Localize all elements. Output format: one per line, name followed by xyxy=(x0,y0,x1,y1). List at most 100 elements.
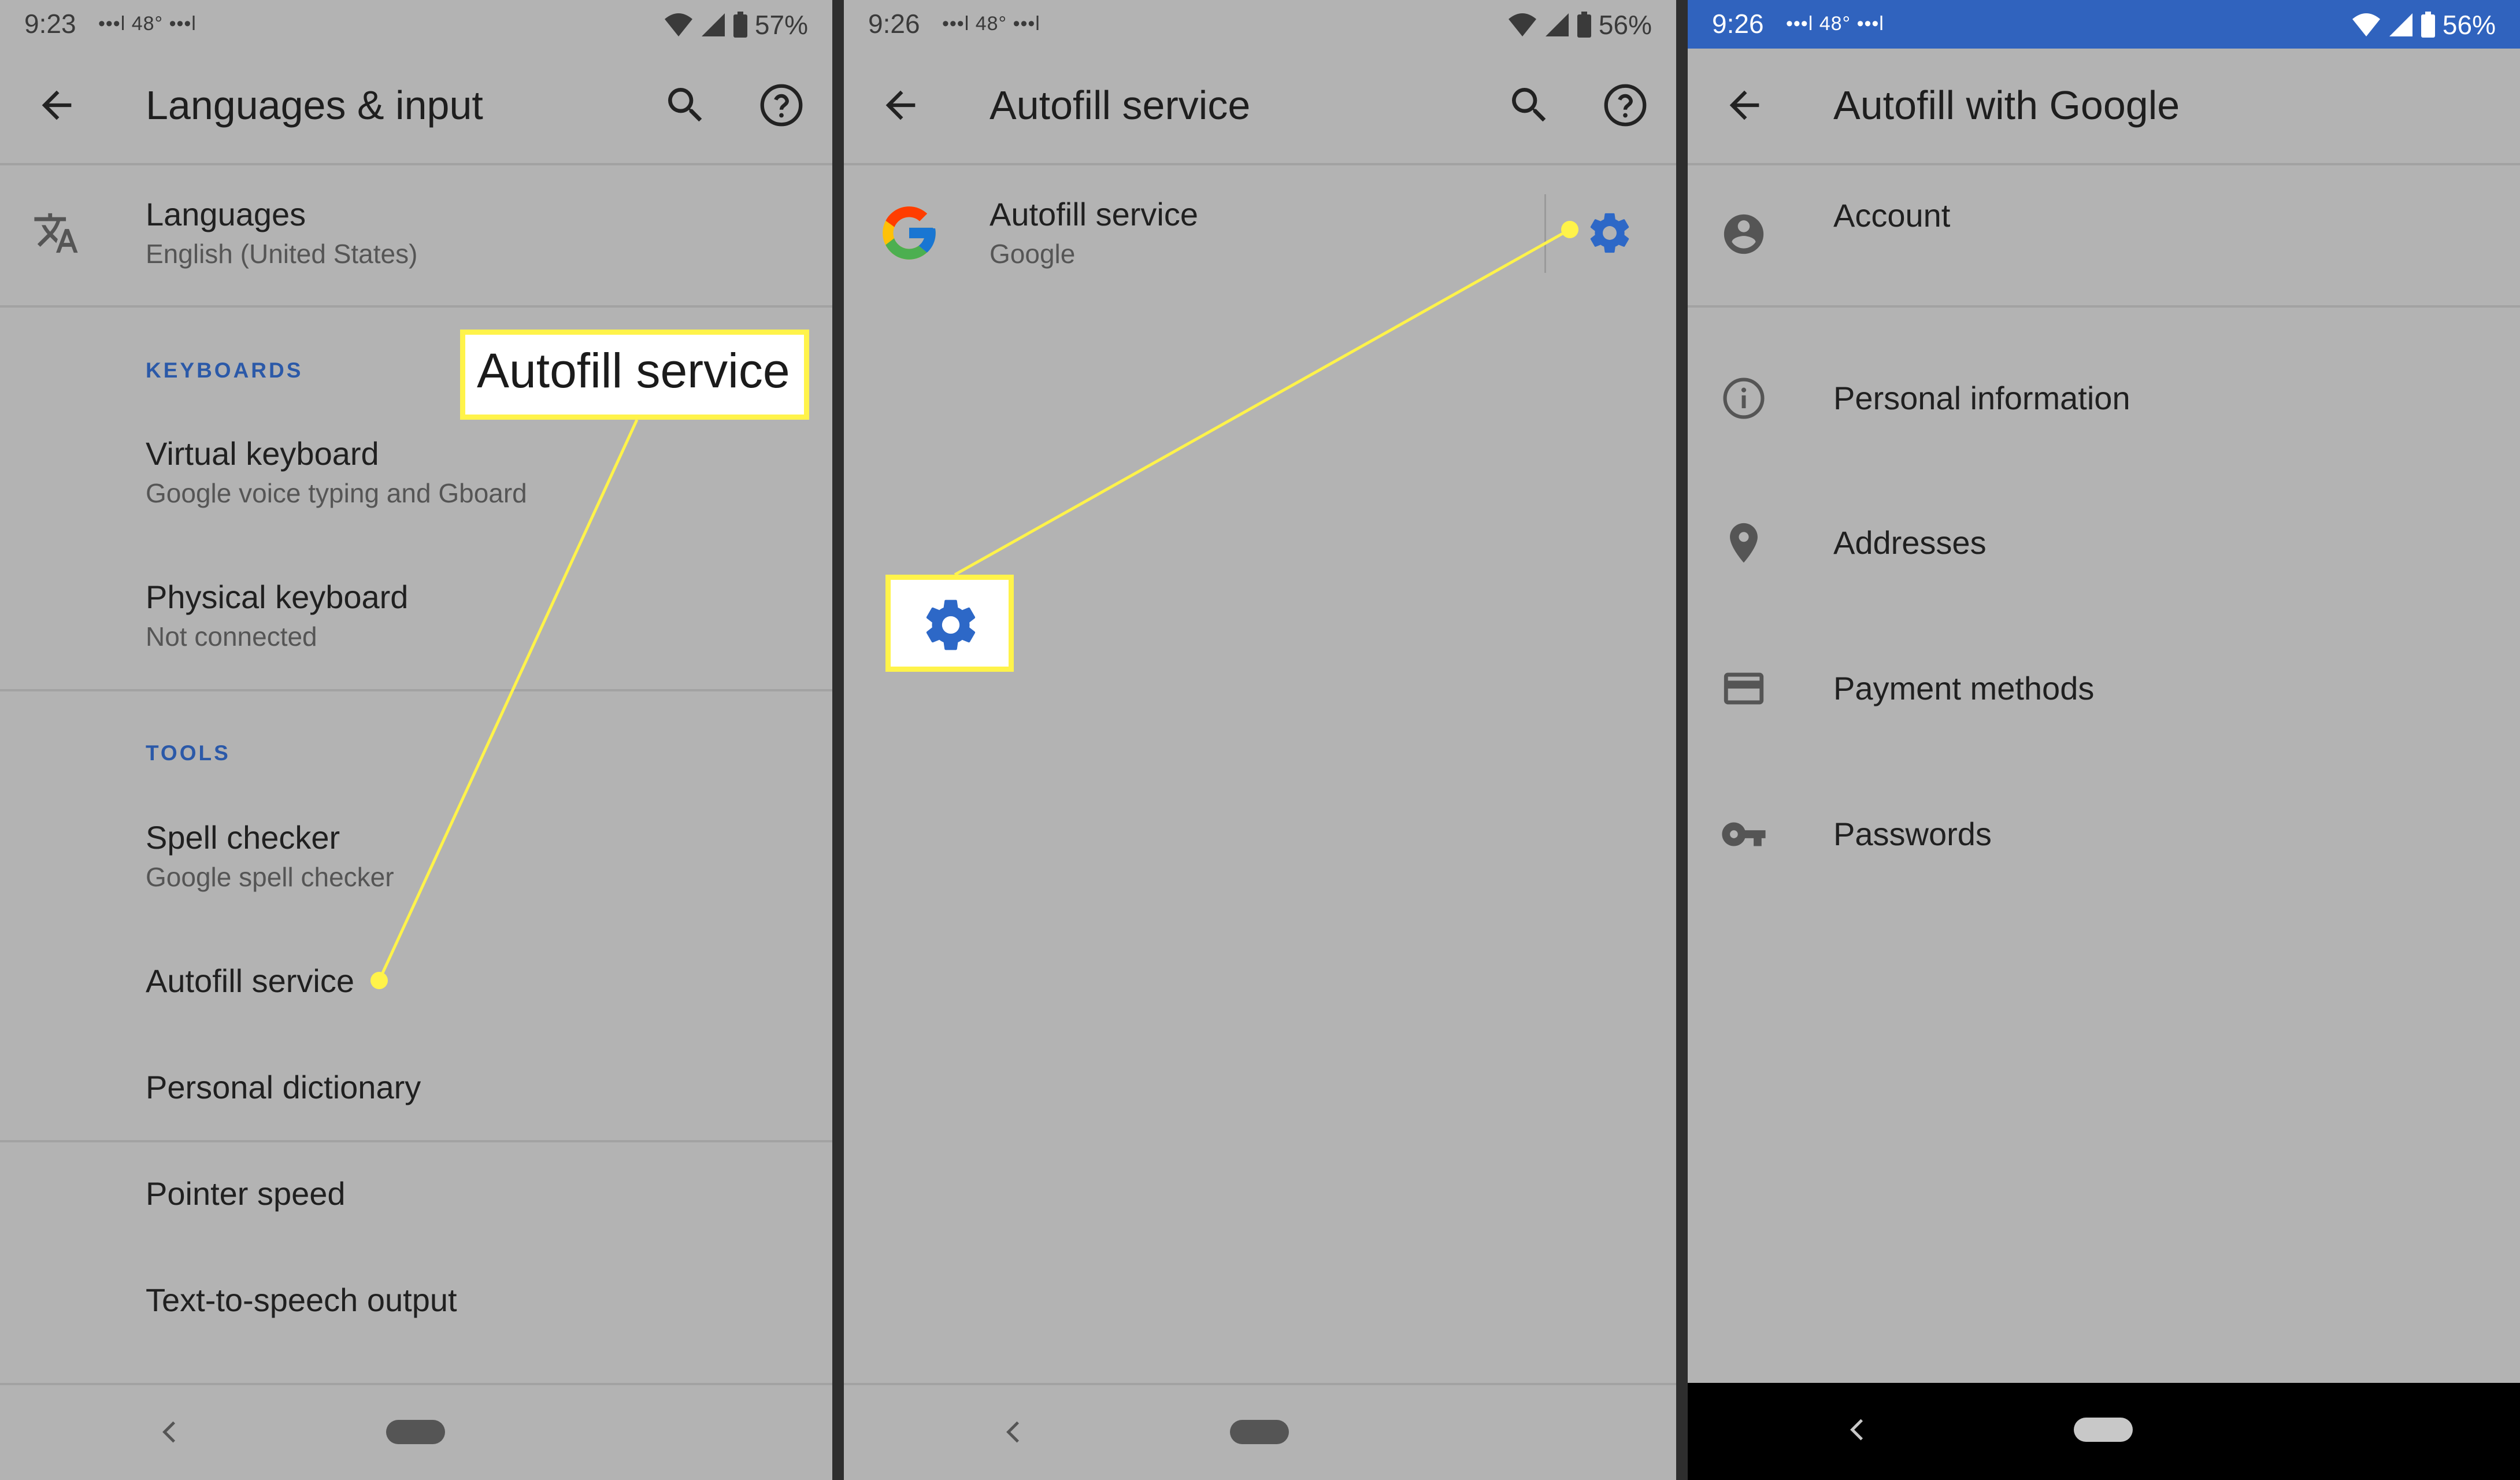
wifi-icon xyxy=(1508,13,1536,36)
languages-subtitle: English (United States) xyxy=(146,238,418,269)
battery-percent: 57% xyxy=(754,10,808,40)
account-circle-icon xyxy=(1724,214,1764,254)
page-title: Languages & input xyxy=(146,83,483,128)
info-icon xyxy=(1723,378,1765,419)
page-title: Autofill service xyxy=(990,83,1251,128)
addresses-label: Addresses xyxy=(1833,524,1987,561)
vertical-divider xyxy=(1544,194,1546,273)
gear-icon[interactable] xyxy=(1586,209,1633,257)
page-title: Autofill with Google xyxy=(1833,83,2180,128)
nav-back-icon[interactable] xyxy=(1844,1415,1873,1444)
search-icon[interactable] xyxy=(662,82,709,128)
tts-output-title: Text-to-speech output xyxy=(146,1282,457,1318)
account-item[interactable]: Account xyxy=(1833,198,1950,234)
cell-signal-icon xyxy=(1545,13,1569,36)
nav-home-pill[interactable] xyxy=(1230,1420,1289,1444)
personal-dictionary-item[interactable]: Personal dictionary xyxy=(146,1070,421,1105)
battery-percent: 56% xyxy=(2442,10,2496,40)
virtual-keyboard-title: Virtual keyboard xyxy=(146,435,379,472)
battery-icon xyxy=(1577,12,1591,38)
nav-home-pill[interactable] xyxy=(2074,1418,2133,1442)
provider-title: Autofill service xyxy=(990,196,1199,232)
google-logo-icon xyxy=(883,206,936,260)
cell-signal-icon xyxy=(2389,13,2412,36)
status-bar: 9:23 •••l 48° •••l 57% xyxy=(0,0,832,49)
credit-card-icon xyxy=(1724,672,1764,705)
nav-bar xyxy=(0,1383,832,1480)
languages-title: Languages xyxy=(146,196,306,232)
app-bar: Languages & input xyxy=(0,49,832,165)
account-label: Account xyxy=(1833,197,1951,234)
wifi-icon xyxy=(2352,13,2380,36)
spell-checker-subtitle: Google spell checker xyxy=(146,861,394,892)
panel-autofill-with-google: 9:26 •••l 48° •••l 56% Autofill with Goo… xyxy=(1688,0,2520,1480)
app-bar: Autofill with Google xyxy=(1688,49,2520,165)
callout-autofill-service: Autofill service xyxy=(460,330,809,420)
spell-checker-item[interactable]: Spell checker Google spell checker xyxy=(146,820,394,893)
physical-keyboard-subtitle: Not connected xyxy=(146,621,317,652)
personal-dictionary-title: Personal dictionary xyxy=(146,1069,421,1105)
battery-icon xyxy=(2421,12,2435,38)
search-icon[interactable] xyxy=(1506,82,1552,128)
status-notifications: •••l 48° •••l xyxy=(1786,13,1884,35)
callout-dot xyxy=(370,972,388,989)
callout-dot xyxy=(1561,221,1578,238)
personal-information-label: Personal information xyxy=(1833,380,2130,416)
key-icon xyxy=(1722,822,1766,846)
divider xyxy=(0,689,832,691)
virtual-keyboard-subtitle: Google voice typing and Gboard xyxy=(146,478,527,508)
back-arrow-icon[interactable] xyxy=(1722,83,1766,127)
physical-keyboard-item[interactable]: Physical keyboard Not connected xyxy=(146,579,408,652)
autofill-service-title: Autofill service xyxy=(146,963,355,999)
tts-output-item[interactable]: Text-to-speech output xyxy=(146,1282,457,1318)
personal-information-item[interactable]: Personal information xyxy=(1833,380,2130,416)
help-icon[interactable] xyxy=(1601,81,1650,130)
divider xyxy=(0,305,832,308)
location-pin-icon xyxy=(1730,523,1758,563)
cell-signal-icon xyxy=(701,13,725,36)
languages-item[interactable]: Languages English (United States) xyxy=(146,197,417,269)
physical-keyboard-title: Physical keyboard xyxy=(146,579,409,615)
autofill-service-provider-item[interactable]: Autofill service Google xyxy=(990,197,1198,269)
status-notifications: •••l 48° •••l xyxy=(942,13,1040,35)
spell-checker-title: Spell checker xyxy=(146,819,340,856)
wifi-icon xyxy=(664,13,692,36)
status-time: 9:23 xyxy=(24,9,76,39)
addresses-item[interactable]: Addresses xyxy=(1833,525,1987,561)
keyboards-section-header: KEYBOARDS xyxy=(146,358,303,382)
translate-icon xyxy=(34,213,78,253)
status-time: 9:26 xyxy=(1712,9,1764,39)
payment-methods-item[interactable]: Payment methods xyxy=(1833,671,2094,706)
nav-bar xyxy=(844,1383,1676,1480)
status-notifications: •••l 48° •••l xyxy=(98,13,197,35)
panel-languages-input: 9:23 •••l 48° •••l 57% Languages & input… xyxy=(0,0,832,1480)
provider-subtitle: Google xyxy=(990,238,1076,269)
passwords-label: Passwords xyxy=(1833,816,1992,852)
status-bar: 9:26 •••l 48° •••l 56% xyxy=(1688,0,2520,49)
passwords-item[interactable]: Passwords xyxy=(1833,816,1992,852)
pointer-speed-item[interactable]: Pointer speed xyxy=(146,1176,346,1212)
nav-back-icon[interactable] xyxy=(156,1418,185,1446)
status-time: 9:26 xyxy=(868,9,920,39)
pointer-speed-title: Pointer speed xyxy=(146,1175,346,1212)
back-arrow-icon[interactable] xyxy=(879,83,922,127)
nav-home-pill[interactable] xyxy=(386,1420,445,1444)
virtual-keyboard-item[interactable]: Virtual keyboard Google voice typing and… xyxy=(146,436,527,509)
battery-percent: 56% xyxy=(1598,10,1652,40)
divider xyxy=(1688,305,2520,308)
payment-methods-label: Payment methods xyxy=(1833,670,2095,706)
callout-gear-zoom xyxy=(885,575,1014,672)
help-icon[interactable] xyxy=(757,81,806,130)
autofill-service-item[interactable]: Autofill service xyxy=(146,963,354,999)
gear-icon xyxy=(926,600,976,650)
callout-label: Autofill service xyxy=(477,343,790,398)
divider xyxy=(0,1140,832,1142)
app-bar: Autofill service xyxy=(844,49,1676,165)
tools-section-header: TOOLS xyxy=(146,741,231,765)
panel-autofill-service: 9:26 •••l 48° •••l 56% Autofill service … xyxy=(844,0,1676,1480)
status-bar: 9:26 •••l 48° •••l 56% xyxy=(844,0,1676,49)
nav-back-icon[interactable] xyxy=(1000,1418,1029,1446)
battery-icon xyxy=(733,12,747,38)
nav-bar xyxy=(1688,1383,2520,1480)
back-arrow-icon[interactable] xyxy=(35,83,79,127)
